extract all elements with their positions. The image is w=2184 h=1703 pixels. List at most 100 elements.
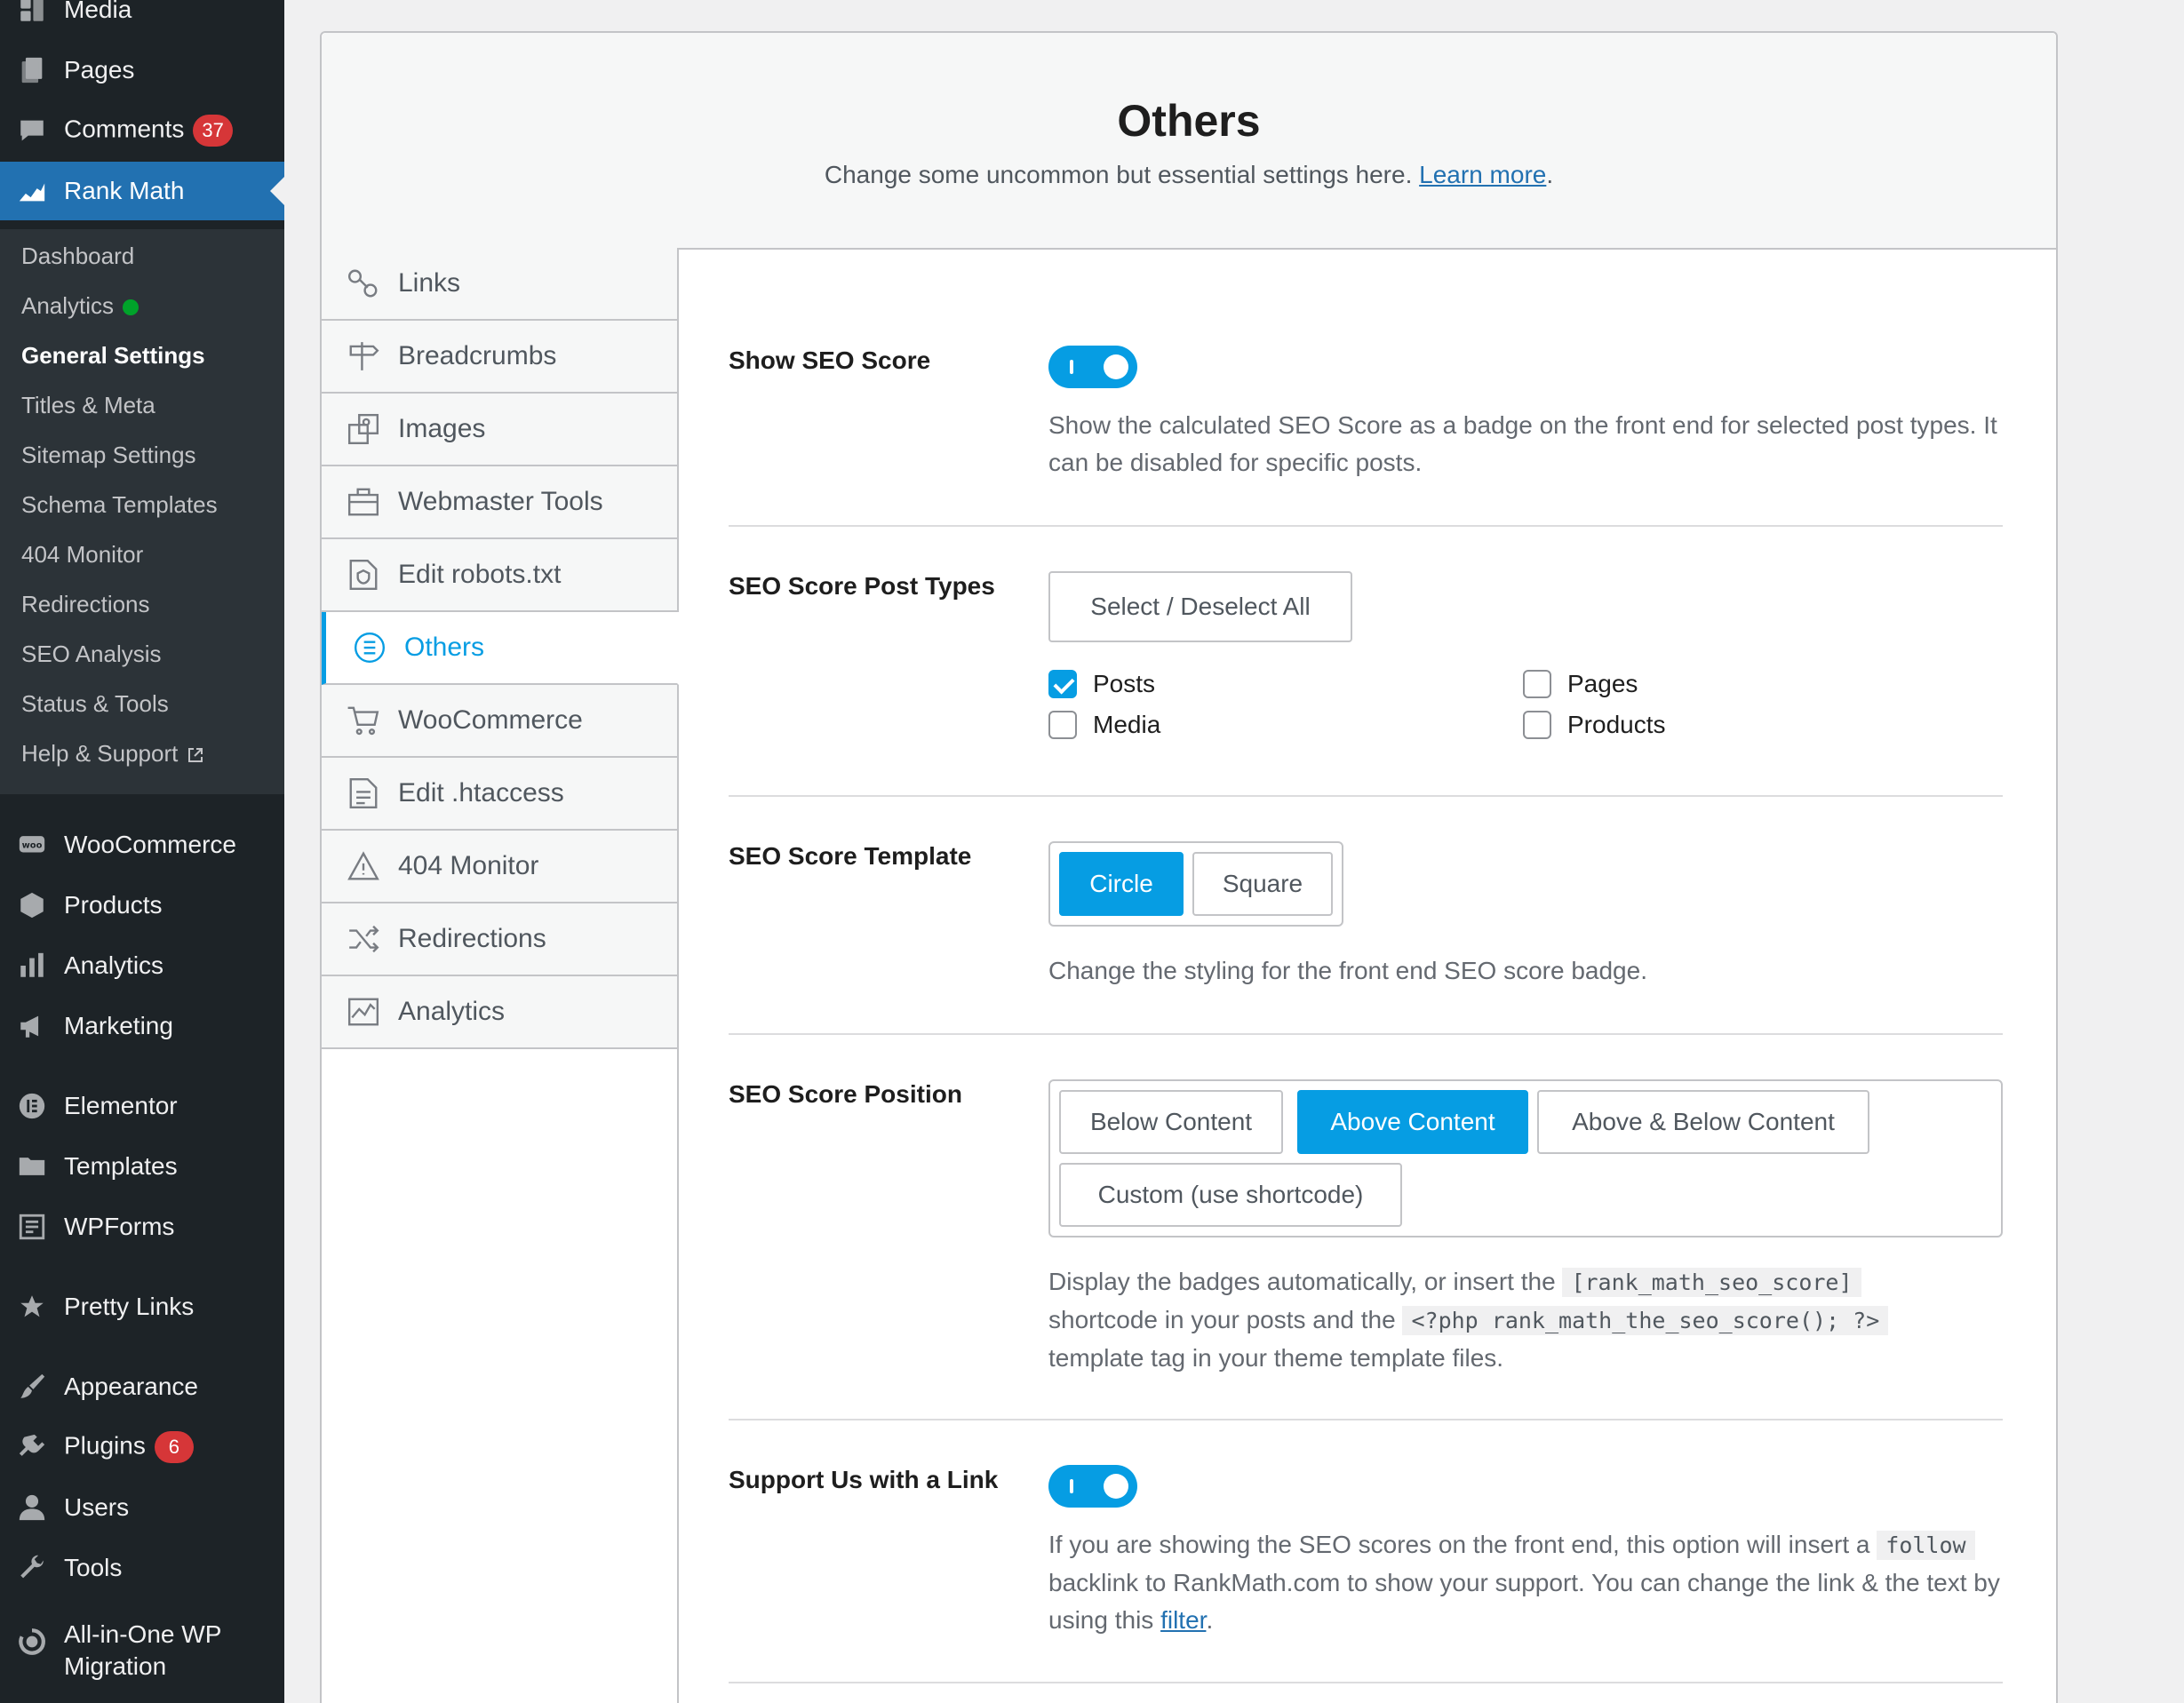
- position-below-content-button[interactable]: Below Content: [1059, 1090, 1283, 1154]
- template-square-button[interactable]: Square: [1192, 852, 1333, 916]
- tab-analytics[interactable]: Analytics: [322, 976, 679, 1049]
- comments-icon: [16, 115, 48, 147]
- tab-links[interactable]: Links: [322, 248, 679, 321]
- submenu-analytics[interactable]: Analytics: [21, 290, 139, 322]
- divider: [729, 1682, 2003, 1683]
- tab-404-monitor[interactable]: 404 Monitor: [322, 831, 679, 903]
- media-icon: [16, 0, 48, 26]
- show-seo-score-desc: Show the calculated SEO Score as a badge…: [1048, 411, 1997, 476]
- position-title: SEO Score Position: [729, 1080, 962, 1108]
- submenu-schema-templates[interactable]: Schema Templates: [21, 489, 218, 521]
- checkbox-checked-icon: [1048, 670, 1077, 698]
- file-text-icon: [347, 776, 380, 810]
- submenu-titles-meta[interactable]: Titles & Meta: [21, 389, 155, 421]
- toggle-knob: [1104, 354, 1128, 379]
- submenu-redirections[interactable]: Redirections: [21, 588, 150, 620]
- menu-item-woocommerce[interactable]: woo WooCommerce: [0, 816, 284, 874]
- admin-sidebar: Media Pages Comments 37 Rank Math Dashboa…: [0, 0, 284, 1703]
- tabs-border: [677, 1049, 679, 1703]
- wpforms-icon: [16, 1211, 48, 1243]
- select-deselect-all-button[interactable]: Select / Deselect All: [1048, 571, 1352, 642]
- post-type-products-label: Products: [1567, 711, 1666, 738]
- submenu-seo-analysis[interactable]: SEO Analysis: [21, 638, 162, 670]
- menu-item-templates[interactable]: Templates: [0, 1137, 284, 1196]
- checkbox-icon: [1523, 711, 1551, 739]
- plugins-update-badge: 6: [154, 1431, 194, 1463]
- migration-icon: [16, 1626, 48, 1658]
- position-desc: Display the badges automatically, or ins…: [1048, 1263, 2008, 1377]
- tab-images[interactable]: Images: [322, 394, 679, 466]
- tab-edit-robots[interactable]: Edit robots.txt: [322, 539, 679, 612]
- cart-icon: [347, 704, 380, 737]
- menu-item-pages[interactable]: Pages: [0, 41, 284, 99]
- external-link-icon: [188, 748, 203, 763]
- position-above-content-button[interactable]: Above Content: [1297, 1090, 1528, 1154]
- menu-item-analytics[interactable]: Analytics: [0, 936, 284, 995]
- page-description-text: Change some uncommon but essential setti…: [824, 161, 1413, 188]
- rank-math-submenu: Dashboard Analytics General Settings Tit…: [0, 229, 284, 794]
- menu-item-all-in-one-wp-migration[interactable]: All-in-One WP Migration: [0, 1615, 284, 1686]
- submenu-help-label: Help & Support: [21, 740, 179, 767]
- follow-code: follow: [1877, 1531, 1975, 1560]
- tab-edit-htaccess[interactable]: Edit .htaccess: [322, 758, 679, 831]
- post-type-pages-checkbox[interactable]: Pages: [1523, 670, 1638, 698]
- menu-label-comments: Comments: [64, 115, 185, 143]
- chart-line-icon: [347, 995, 380, 1029]
- submenu-404-monitor[interactable]: 404 Monitor: [21, 538, 143, 570]
- toolbox-icon: [347, 485, 380, 519]
- submenu-general-settings[interactable]: General Settings: [21, 339, 205, 371]
- submenu-dashboard[interactable]: Dashboard: [21, 240, 134, 272]
- post-type-posts-label: Posts: [1093, 670, 1156, 697]
- submenu-sitemap-settings[interactable]: Sitemap Settings: [21, 439, 196, 471]
- tab-breadcrumbs[interactable]: Breadcrumbs: [322, 321, 679, 394]
- comments-count-badge: 37: [193, 115, 233, 147]
- submenu-help-support[interactable]: Help & Support: [21, 737, 204, 769]
- tab-webmaster-tools[interactable]: Webmaster Tools: [322, 466, 679, 539]
- menu-item-marketing[interactable]: Marketing: [0, 997, 284, 1055]
- analytics-bar-icon: [16, 950, 48, 982]
- page-description-period: .: [1546, 161, 1554, 188]
- learn-more-link[interactable]: Learn more: [1419, 161, 1546, 188]
- tab-others[interactable]: Others: [322, 612, 679, 685]
- menu-item-appearance[interactable]: Appearance: [0, 1357, 284, 1416]
- filter-link[interactable]: filter: [1160, 1606, 1206, 1634]
- menu-item-elementor[interactable]: Elementor: [0, 1077, 284, 1135]
- post-type-posts-checkbox[interactable]: Posts: [1048, 670, 1155, 698]
- menu-item-products[interactable]: Products: [0, 876, 284, 935]
- shuffle-icon: [347, 922, 380, 956]
- menu-item-users[interactable]: Users: [0, 1478, 284, 1537]
- svg-text:woo: woo: [22, 841, 43, 851]
- template-tag-code: <?php rank_math_the_seo_score(); ?>: [1402, 1306, 1889, 1335]
- divider: [729, 525, 2003, 527]
- link-icon: [347, 267, 380, 300]
- position-custom-shortcode-button[interactable]: Custom (use shortcode): [1059, 1163, 1402, 1227]
- tab-redirections[interactable]: Redirections: [322, 903, 679, 976]
- post-type-pages-label: Pages: [1567, 670, 1638, 697]
- pages-icon: [16, 54, 48, 86]
- toggle-on-icon: [1070, 360, 1073, 374]
- menu-item-tools[interactable]: Tools: [0, 1539, 284, 1597]
- menu-item-rank-math[interactable]: Rank Math: [0, 162, 284, 220]
- template-title: SEO Score Template: [729, 842, 972, 870]
- template-desc: Change the styling for the front end SEO…: [1048, 957, 1647, 984]
- submenu-status-tools[interactable]: Status & Tools: [21, 688, 169, 720]
- divider: [729, 1419, 2003, 1420]
- position-above-below-button[interactable]: Above & Below Content: [1537, 1090, 1869, 1154]
- support-link-toggle[interactable]: [1048, 1465, 1137, 1508]
- menu-item-wpforms[interactable]: WPForms: [0, 1198, 284, 1256]
- template-circle-button[interactable]: Circle: [1059, 852, 1184, 916]
- user-icon: [16, 1492, 48, 1524]
- menu-item-comments[interactable]: Comments 37: [0, 101, 284, 160]
- tab-woocommerce[interactable]: WooCommerce: [322, 685, 679, 758]
- support-link-desc: If you are showing the SEO scores on the…: [1048, 1526, 2008, 1639]
- divider: [729, 795, 2003, 797]
- menu-item-plugins[interactable]: Plugins 6: [0, 1418, 284, 1476]
- menu-label-plugins: Plugins: [64, 1431, 146, 1460]
- post-type-products-checkbox[interactable]: Products: [1523, 711, 1666, 739]
- support-desc-period: .: [1206, 1606, 1214, 1634]
- toggle-on-icon: [1070, 1479, 1073, 1493]
- menu-item-pretty-links[interactable]: Pretty Links: [0, 1277, 284, 1336]
- post-type-media-checkbox[interactable]: Media: [1048, 711, 1160, 739]
- show-seo-score-toggle[interactable]: [1048, 346, 1137, 388]
- menu-item-media[interactable]: Media: [0, 0, 284, 39]
